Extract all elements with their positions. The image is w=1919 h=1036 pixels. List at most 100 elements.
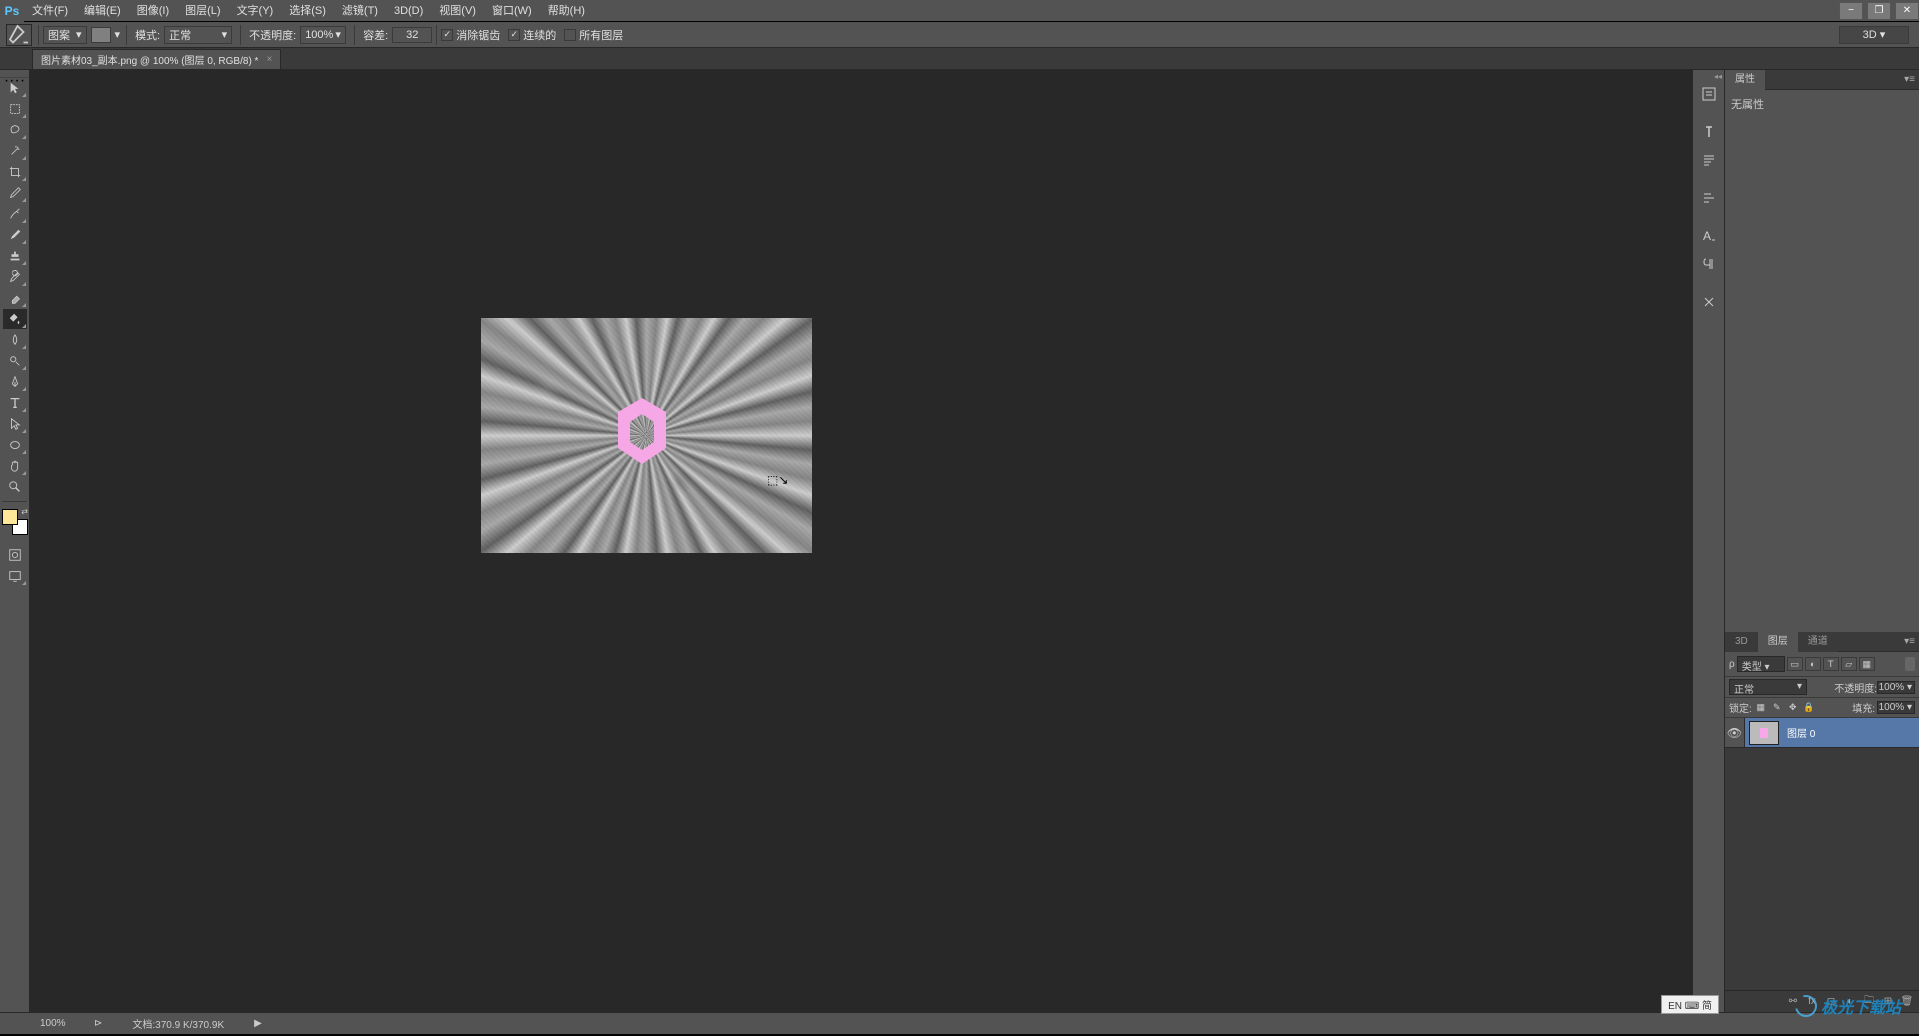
lasso-tool[interactable] bbox=[3, 120, 27, 140]
mode-label: 模式: bbox=[135, 27, 160, 43]
ime-indicator[interactable]: EN ⌨ 简 bbox=[1661, 995, 1719, 1014]
menu-window[interactable]: 窗口(W) bbox=[484, 0, 540, 22]
menu-help[interactable]: 帮助(H) bbox=[540, 0, 593, 22]
swap-colors-icon[interactable]: ⇄ bbox=[21, 507, 28, 516]
menu-3d[interactable]: 3D(D) bbox=[386, 0, 431, 22]
document-size[interactable]: 文档:370.9 K/370.9K bbox=[132, 1016, 224, 1031]
left-toolbar: ···· ⇄ bbox=[0, 70, 30, 1012]
opacity-input[interactable]: 100% ▾ bbox=[300, 26, 346, 44]
pattern-swatch[interactable] bbox=[91, 27, 111, 43]
blur-tool[interactable] bbox=[3, 330, 27, 350]
screen-mode-button[interactable] bbox=[3, 566, 27, 586]
menu-filter[interactable]: 滤镜(T) bbox=[334, 0, 386, 22]
document-tab[interactable]: 图片素材03_副本.png @ 100% (图层 0, RGB/8) * × bbox=[32, 49, 281, 69]
filter-smart-icon[interactable]: ▦ bbox=[1859, 657, 1875, 671]
all-layers-checkbox[interactable]: 所有图层 bbox=[564, 27, 623, 43]
lock-pixels-icon[interactable]: ✎ bbox=[1770, 701, 1784, 715]
type-tool[interactable] bbox=[3, 393, 27, 413]
paragraph-panel-icon[interactable] bbox=[1696, 148, 1722, 172]
brush-tool[interactable] bbox=[3, 225, 27, 245]
paragraph-styles-icon[interactable] bbox=[1696, 252, 1722, 276]
3d-tab[interactable]: 3D bbox=[1725, 632, 1758, 652]
eyedropper-tool[interactable] bbox=[3, 183, 27, 203]
status-bar: 100% ⊳ 文档:370.9 K/370.9K ▶ bbox=[0, 1012, 1919, 1034]
path-selection-tool[interactable] bbox=[3, 414, 27, 434]
layers-tab[interactable]: 图层 bbox=[1758, 632, 1798, 652]
filter-adjust-icon[interactable]: ◐ bbox=[1805, 657, 1821, 671]
delete-layer-icon[interactable]: 🗑 bbox=[1899, 994, 1915, 1010]
filter-toggle[interactable] bbox=[1905, 657, 1915, 671]
minimize-button[interactable]: − bbox=[1839, 2, 1863, 20]
fill-type-dropdown[interactable]: 图案 ▾ bbox=[43, 26, 87, 44]
opacity-label: 不透明度: bbox=[249, 27, 296, 43]
properties-tab[interactable]: 属性 bbox=[1725, 70, 1765, 90]
lock-all-icon[interactable]: 🔒 bbox=[1802, 701, 1816, 715]
lock-position-icon[interactable]: ✥ bbox=[1786, 701, 1800, 715]
shape-tool[interactable] bbox=[3, 435, 27, 455]
close-button[interactable]: ✕ bbox=[1895, 2, 1919, 20]
move-tool[interactable] bbox=[3, 78, 27, 98]
layer-visibility-icon[interactable]: 👁 bbox=[1725, 718, 1745, 747]
expand-panels-icon[interactable]: ◂◂ bbox=[1693, 72, 1724, 80]
menu-edit[interactable]: 编辑(E) bbox=[76, 0, 129, 22]
character-panel-icon[interactable] bbox=[1696, 120, 1722, 144]
blend-mode-dropdown[interactable]: 正常▾ bbox=[1729, 679, 1807, 695]
crop-tool[interactable] bbox=[3, 162, 27, 182]
pen-tool[interactable] bbox=[3, 372, 27, 392]
eraser-tool[interactable] bbox=[3, 288, 27, 308]
menu-text[interactable]: 文字(Y) bbox=[229, 0, 282, 22]
menu-layer[interactable]: 图层(L) bbox=[177, 0, 228, 22]
layer-thumbnail[interactable] bbox=[1749, 721, 1779, 745]
menu-file[interactable]: 文件(F) bbox=[24, 0, 76, 22]
antialias-checkbox[interactable]: ✓消除锯齿 bbox=[441, 27, 500, 43]
quick-mask-button[interactable] bbox=[3, 545, 27, 565]
menu-select[interactable]: 选择(S) bbox=[281, 0, 334, 22]
magic-wand-tool[interactable] bbox=[3, 141, 27, 161]
layers-menu-icon[interactable]: ▾≡ bbox=[1904, 636, 1915, 647]
type-styles-icon[interactable]: A bbox=[1696, 224, 1722, 248]
history-brush-tool[interactable] bbox=[3, 267, 27, 287]
tolerance-input[interactable] bbox=[392, 27, 432, 43]
restore-button[interactable]: ❐ bbox=[1867, 2, 1891, 20]
3d-mode-button[interactable]: 3D ▾ bbox=[1839, 26, 1909, 44]
layer-opacity-label: 不透明度: bbox=[1834, 680, 1877, 695]
paint-bucket-tool[interactable] bbox=[3, 309, 27, 329]
properties-menu-icon[interactable]: ▾≡ bbox=[1904, 74, 1915, 85]
status-play-icon[interactable]: ▶ bbox=[254, 1018, 262, 1029]
marquee-tool[interactable] bbox=[3, 99, 27, 119]
current-tool-icon[interactable] bbox=[6, 24, 32, 46]
healing-brush-tool[interactable] bbox=[3, 204, 27, 224]
contiguous-checkbox[interactable]: ✓连续的 bbox=[508, 27, 556, 43]
zoom-level[interactable]: 100% bbox=[40, 1018, 90, 1029]
channels-tab[interactable]: 通道 bbox=[1798, 632, 1838, 652]
menu-image[interactable]: 图像(I) bbox=[129, 0, 177, 22]
hand-tool[interactable] bbox=[3, 456, 27, 476]
dodge-tool[interactable] bbox=[3, 351, 27, 371]
layer-name[interactable]: 图层 0 bbox=[1787, 725, 1815, 740]
document-canvas[interactable]: ⬚↘ bbox=[481, 318, 812, 553]
zoom-arrow-icon[interactable]: ⊳ bbox=[94, 1018, 102, 1029]
svg-text:A: A bbox=[1703, 229, 1711, 243]
history-panel-icon[interactable] bbox=[1696, 82, 1722, 106]
foreground-color[interactable] bbox=[2, 509, 18, 525]
settings-panel-icon[interactable] bbox=[1696, 290, 1722, 314]
color-swatches[interactable]: ⇄ bbox=[2, 509, 28, 535]
canvas-area[interactable]: ⬚↘ bbox=[30, 70, 1692, 1012]
filter-type-dropdown[interactable]: 类型 ▾ bbox=[1737, 656, 1785, 672]
filter-pixel-icon[interactable]: ▭ bbox=[1787, 657, 1803, 671]
right-panels: 属性 ▾≡ 无属性 3D 图层 通道 ▾≡ ρ 类型 ▾ ▭ ◐ T ▱ ▦ bbox=[1724, 70, 1919, 1012]
mode-dropdown[interactable]: 正常 ▾ bbox=[164, 26, 232, 44]
properties-empty-text: 无属性 bbox=[1731, 96, 1913, 112]
filter-type-icon[interactable]: T bbox=[1823, 657, 1839, 671]
clone-stamp-tool[interactable] bbox=[3, 246, 27, 266]
layer-row[interactable]: 👁 图层 0 bbox=[1725, 718, 1919, 748]
properties-tab-row: 属性 ▾≡ bbox=[1725, 70, 1919, 90]
lock-transparency-icon[interactable]: ▦ bbox=[1754, 701, 1768, 715]
zoom-tool[interactable] bbox=[3, 477, 27, 497]
layer-opacity-input[interactable]: 100% ▾ bbox=[1877, 681, 1915, 694]
align-panel-icon[interactable] bbox=[1696, 186, 1722, 210]
filter-shape-icon[interactable]: ▱ bbox=[1841, 657, 1857, 671]
close-tab-icon[interactable]: × bbox=[266, 54, 272, 65]
menu-view[interactable]: 视图(V) bbox=[431, 0, 484, 22]
fill-opacity-input[interactable]: 100% ▾ bbox=[1877, 701, 1915, 714]
